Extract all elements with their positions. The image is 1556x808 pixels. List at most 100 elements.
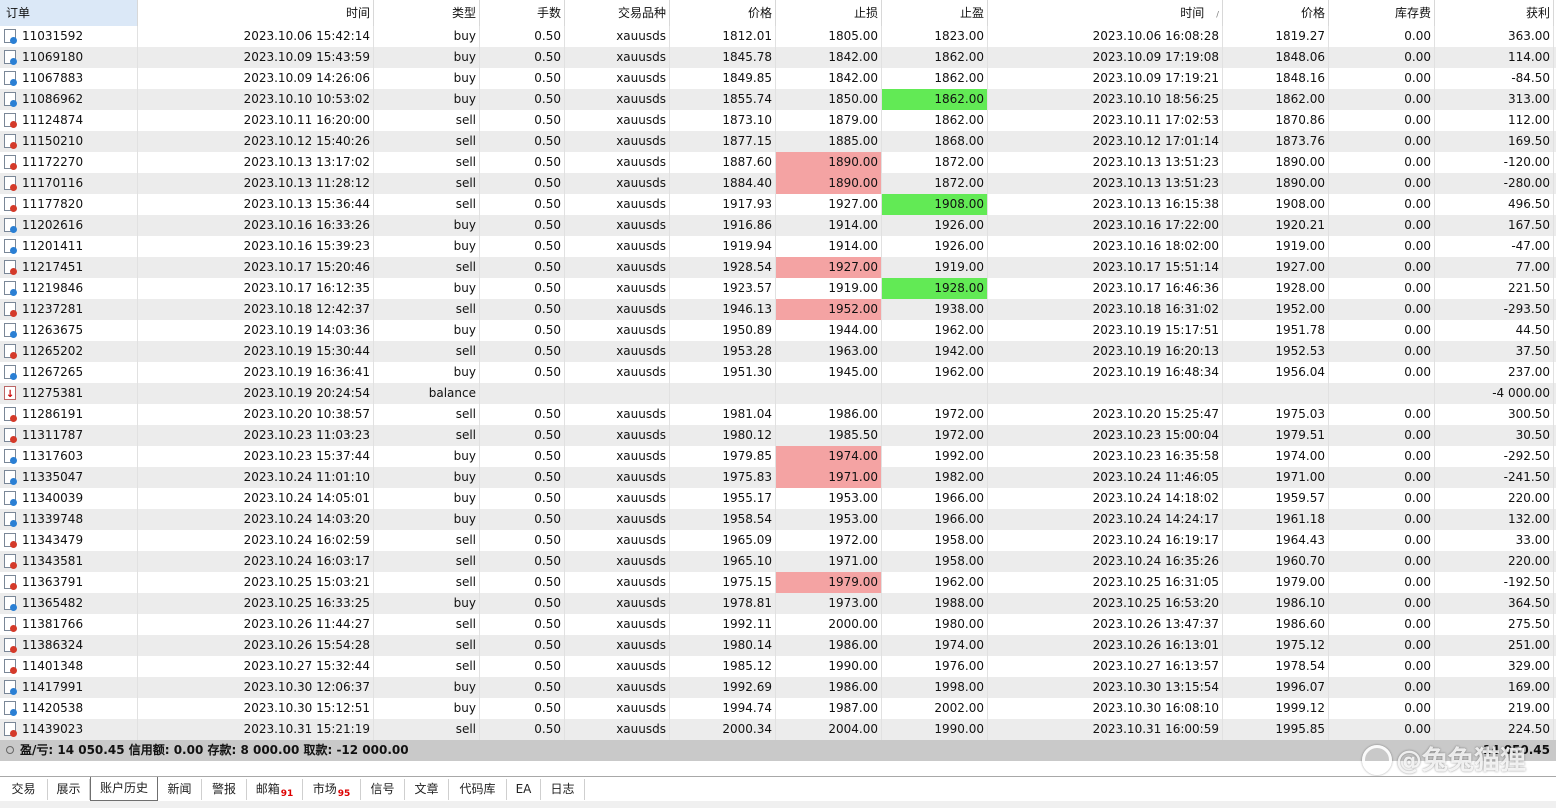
cell-symbol: xauusds	[565, 698, 670, 719]
column-header-type[interactable]: 类型	[374, 0, 480, 26]
tab-0[interactable]: 交易	[0, 779, 48, 800]
column-header-open-time[interactable]: 时间	[138, 0, 374, 26]
column-header-close-price[interactable]: 价格	[1223, 0, 1329, 26]
cell-swap	[1329, 383, 1435, 404]
table-row[interactable]: 11335047 2023.10.24 11:01:10 buy 0.50 xauusd…	[0, 467, 1556, 488]
cell-symbol-text: xauusds	[616, 407, 666, 421]
tab-badge: 95	[337, 789, 351, 799]
cell-open-time: 2023.10.30 15:12:51	[138, 698, 374, 719]
buy-order-icon	[4, 92, 17, 107]
column-header-close-time[interactable]: 时间 /	[988, 0, 1223, 26]
cell-price-text: 1946.13	[722, 302, 772, 316]
tab-1[interactable]: 展示	[48, 779, 90, 800]
table-row[interactable]: 11124874 2023.10.11 16:20:00 sell 0.50 xauus…	[0, 110, 1556, 131]
sell-order-icon	[4, 659, 17, 674]
column-header-swap[interactable]: 库存费	[1329, 0, 1435, 26]
table-row[interactable]: 11237281 2023.10.18 12:42:37 sell 0.50 xauus…	[0, 299, 1556, 320]
cell-price-text: 1980.14	[722, 638, 772, 652]
cell-close-price-text: 1995.85	[1275, 722, 1325, 736]
watermark-text: @兔兔猫狸	[1396, 746, 1527, 776]
cell-swap-text: 0.00	[1404, 281, 1431, 295]
cell-type: sell	[374, 341, 480, 362]
tab-6[interactable]: 市场95	[303, 779, 361, 800]
cell-open-time-text: 2023.10.13 11:28:12	[243, 176, 370, 190]
cell-close-time: 2023.10.17 15:51:14	[988, 257, 1223, 278]
table-row[interactable]: 11381766 2023.10.26 11:44:27 sell 0.50 xauus…	[0, 614, 1556, 635]
table-row[interactable]: 11365482 2023.10.25 16:33:25 buy 0.50 xauusd…	[0, 593, 1556, 614]
cell-lots: 0.50	[480, 110, 565, 131]
table-row[interactable]: 11401348 2023.10.27 15:32:44 sell 0.50 xauus…	[0, 656, 1556, 677]
table-row[interactable]: 11067883 2023.10.09 14:26:06 buy 0.50 xauusd…	[0, 68, 1556, 89]
cell-close-price-text: 1873.76	[1275, 134, 1325, 148]
table-row[interactable]: 11420538 2023.10.30 15:12:51 buy 0.50 xauusd…	[0, 698, 1556, 719]
cell-swap: 0.00	[1329, 404, 1435, 425]
cell-close-time: 2023.10.09 17:19:08	[988, 47, 1223, 68]
cell-profit-text: 169.00	[1508, 680, 1550, 694]
tab-9[interactable]: 代码库	[449, 779, 507, 800]
tab-5[interactable]: 邮箱91	[247, 779, 303, 800]
cell-price: 1994.74	[670, 698, 776, 719]
table-row[interactable]: 11339748 2023.10.24 14:03:20 buy 0.50 xauusd…	[0, 509, 1556, 530]
table-row[interactable]: 11201411 2023.10.16 15:39:23 buy 0.50 xauusd…	[0, 236, 1556, 257]
table-row[interactable]: 11177820 2023.10.13 15:36:44 sell 0.50 xauus…	[0, 194, 1556, 215]
cell-stop-loss: 1945.00	[776, 362, 882, 383]
table-row[interactable]: 11286191 2023.10.20 10:38:57 sell 0.50 xauus…	[0, 404, 1556, 425]
cell-close-price-text: 1848.16	[1275, 71, 1325, 85]
table-row[interactable]: 11343479 2023.10.24 16:02:59 sell 0.50 xauus…	[0, 530, 1556, 551]
buy-order-icon	[4, 512, 17, 527]
table-row[interactable]: 11386324 2023.10.26 15:54:28 sell 0.50 xauus…	[0, 635, 1556, 656]
column-header-stop-loss[interactable]: 止损	[776, 0, 882, 26]
table-row[interactable]: 11170116 2023.10.13 11:28:12 sell 0.50 xauus…	[0, 173, 1556, 194]
table-row[interactable]: 11219846 2023.10.17 16:12:35 buy 0.50 xauusd…	[0, 278, 1556, 299]
cell-stop-loss: 1927.00	[776, 257, 882, 278]
cell-close-price: 1951.78	[1223, 320, 1329, 341]
table-row[interactable]: 11363791 2023.10.25 15:03:21 sell 0.50 xauus…	[0, 572, 1556, 593]
tab-2[interactable]: 账户历史	[90, 777, 158, 801]
table-row[interactable]: 11172270 2023.10.13 13:17:02 sell 0.50 xauus…	[0, 152, 1556, 173]
column-header-take-profit[interactable]: 止盈	[882, 0, 988, 26]
cell-order-text: 11317603	[22, 449, 84, 463]
table-row[interactable]: 11031592 2023.10.06 15:42:14 buy 0.50 xauusd…	[0, 26, 1556, 47]
cell-symbol-text: xauusds	[616, 659, 666, 673]
column-header-order[interactable]: 订单	[0, 0, 138, 26]
table-row[interactable]: 11439023 2023.10.31 15:21:19 sell 0.50 xauus…	[0, 719, 1556, 740]
table-row[interactable]: 11086962 2023.10.10 10:53:02 buy 0.50 xauusd…	[0, 89, 1556, 110]
cell-swap: 0.00	[1329, 467, 1435, 488]
cell-take-profit: 1962.00	[882, 362, 988, 383]
table-row[interactable]: 11417991 2023.10.30 12:06:37 buy 0.50 xauusd…	[0, 677, 1556, 698]
buy-order-icon	[4, 50, 17, 65]
column-header-symbol[interactable]: 交易品种	[565, 0, 670, 26]
table-row[interactable]: 11202616 2023.10.16 16:33:26 buy 0.50 xauusd…	[0, 215, 1556, 236]
cell-order: 11202616	[0, 215, 138, 236]
table-row[interactable]: 11263675 2023.10.19 14:03:36 buy 0.50 xauusd…	[0, 320, 1556, 341]
column-header-profit[interactable]: 获利	[1435, 0, 1554, 26]
cell-close-time: 2023.10.30 13:15:54	[988, 677, 1223, 698]
tab-10[interactable]: EA	[507, 779, 541, 800]
cell-profit-text: 169.50	[1508, 134, 1550, 148]
table-row[interactable]: 11217451 2023.10.17 15:20:46 sell 0.50 xauus…	[0, 257, 1556, 278]
table-row[interactable]: 11311787 2023.10.23 11:03:23 sell 0.50 xauus…	[0, 425, 1556, 446]
table-row[interactable]: 11343581 2023.10.24 16:03:17 sell 0.50 xauus…	[0, 551, 1556, 572]
tab-3[interactable]: 新闻	[158, 779, 202, 800]
tab-7[interactable]: 信号	[361, 779, 405, 800]
cell-open-time-text: 2023.10.13 13:17:02	[243, 155, 370, 169]
cell-swap: 0.00	[1329, 257, 1435, 278]
tab-4[interactable]: 警报	[202, 779, 247, 800]
column-header-price[interactable]: 价格	[670, 0, 776, 26]
table-row[interactable]: 11265202 2023.10.19 15:30:44 sell 0.50 xauus…	[0, 341, 1556, 362]
cell-take-profit-text: 1908.00	[934, 197, 984, 211]
cell-symbol-text: xauusds	[616, 638, 666, 652]
column-header-lots[interactable]: 手数	[480, 0, 565, 26]
table-row[interactable]: 11340039 2023.10.24 14:05:01 buy 0.50 xauusd…	[0, 488, 1556, 509]
tab-8[interactable]: 文章	[405, 779, 449, 800]
table-row[interactable]: 11275381 2023.10.19 20:24:54 balance -4 000…	[0, 383, 1556, 404]
table-row[interactable]: 11150210 2023.10.12 15:40:26 sell 0.50 xauus…	[0, 131, 1556, 152]
cell-open-time-text: 2023.10.20 10:38:57	[243, 407, 370, 421]
cell-lots: 0.50	[480, 719, 565, 740]
tab-11[interactable]: 日志	[541, 779, 585, 800]
table-row[interactable]: 11317603 2023.10.23 15:37:44 buy 0.50 xauusd…	[0, 446, 1556, 467]
table-row[interactable]: 11069180 2023.10.09 15:43:59 buy 0.50 xauusd…	[0, 47, 1556, 68]
table-row[interactable]: 11267265 2023.10.19 16:36:41 buy 0.50 xauusd…	[0, 362, 1556, 383]
cell-swap-text: 0.00	[1404, 638, 1431, 652]
cell-type-text: sell	[455, 722, 476, 736]
